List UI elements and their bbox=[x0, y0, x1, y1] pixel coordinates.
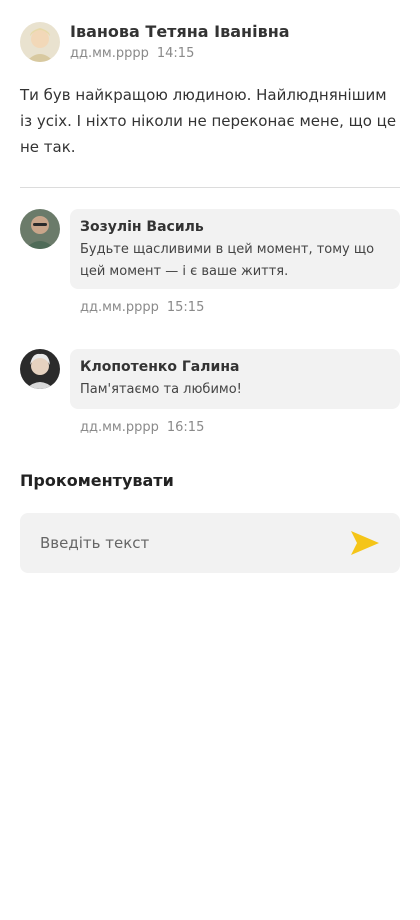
post-header: Іванова Тетяна Іванівна дд.мм.рррр 14:15 bbox=[20, 22, 400, 66]
send-button[interactable] bbox=[350, 529, 382, 557]
post-date: дд.мм.рррр bbox=[70, 46, 149, 61]
comment-date: дд.мм.рррр bbox=[80, 420, 159, 435]
comment-author-avatar[interactable] bbox=[20, 209, 60, 249]
post-time: 14:15 bbox=[156, 46, 195, 61]
comment-text: Пам'ятаємо та любимо! bbox=[80, 382, 242, 397]
send-icon bbox=[351, 531, 379, 555]
comment-author-name[interactable]: Клопотенко Галина bbox=[80, 357, 390, 377]
comment-time: 15:15 bbox=[166, 300, 205, 315]
avatar-icon bbox=[20, 22, 60, 62]
comment-bubble: Зозулін Василь Будьте щасливими в цей мо… bbox=[70, 209, 400, 289]
comment-input[interactable] bbox=[40, 513, 340, 573]
comment-meta: дд.мм.рррр 16:15 bbox=[80, 420, 204, 435]
comment-input-box bbox=[20, 513, 400, 573]
divider bbox=[20, 187, 400, 188]
post-author-name[interactable]: Іванова Тетяна Іванівна bbox=[70, 22, 290, 41]
post-author-avatar[interactable] bbox=[20, 22, 60, 62]
comment-date: дд.мм.рррр bbox=[80, 300, 159, 315]
comment-text: Будьте щасливими в цей момент, тому що ц… bbox=[80, 242, 375, 279]
comment-section-title: Прокоментувати bbox=[20, 471, 174, 490]
avatar-icon bbox=[20, 209, 60, 249]
post-text: Ти був найкращою людиною. Найлюднянішим … bbox=[20, 86, 397, 156]
comment-author-name[interactable]: Зозулін Василь bbox=[80, 217, 390, 237]
comment-time: 16:15 bbox=[166, 420, 205, 435]
comment-bubble: Клопотенко Галина Пам'ятаємо та любимо! bbox=[70, 349, 400, 409]
post-meta: дд.мм.рррр 14:15 bbox=[70, 46, 194, 61]
comment-author-avatar[interactable] bbox=[20, 349, 60, 389]
comment-meta: дд.мм.рррр 15:15 bbox=[80, 300, 204, 315]
avatar-icon bbox=[20, 349, 60, 389]
comment-item: Клопотенко Галина Пам'ятаємо та любимо! … bbox=[20, 349, 400, 439]
comment-item: Зозулін Василь Будьте щасливими в цей мо… bbox=[20, 209, 400, 319]
